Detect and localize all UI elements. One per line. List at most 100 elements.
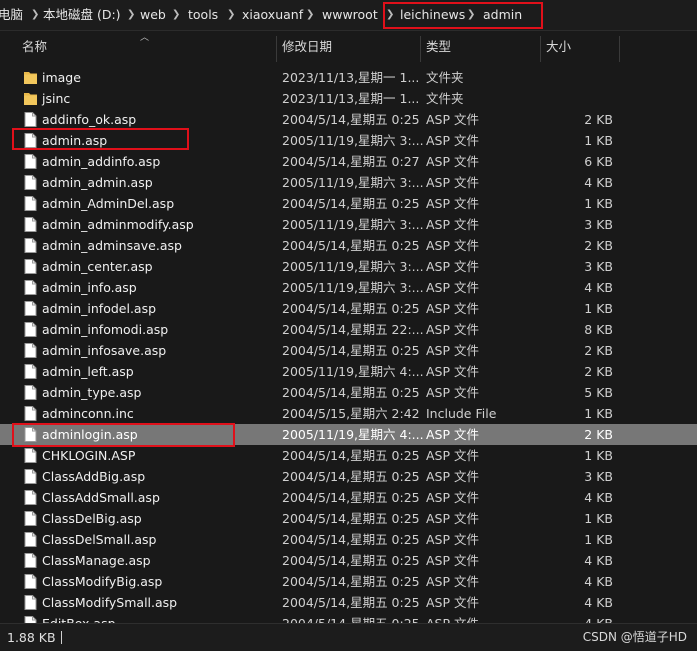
file-type: 文件夹 xyxy=(426,70,464,85)
file-row[interactable]: admin_infosave.asp 2004/5/14,星期五 0:25 ASP … xyxy=(0,340,697,361)
file-name: CHKLOGIN.ASP xyxy=(42,448,136,463)
file-date: 2005/11/19,星期六 4:... xyxy=(282,364,424,379)
file-name: ClassAddBig.asp xyxy=(42,469,146,484)
column-divider[interactable] xyxy=(540,36,541,62)
file-size: 3 KB xyxy=(584,217,613,232)
file-size: 4 KB xyxy=(584,490,613,505)
file-name: admin_infodel.asp xyxy=(42,301,157,316)
column-divider[interactable] xyxy=(276,36,277,62)
file-row[interactable]: admin_AdminDel.asp 2004/5/14,星期五 0:25 ASP … xyxy=(0,193,697,214)
file-icon xyxy=(24,259,37,274)
file-name: jsinc xyxy=(42,91,71,106)
chevron-right-icon[interactable]: ❯ xyxy=(227,0,235,30)
breadcrumb-item-drive[interactable]: 本地磁盘 (D:) xyxy=(43,0,121,30)
file-row[interactable]: admin_info.asp 2005/11/19,星期六 3:... ASP 文件… xyxy=(0,277,697,298)
file-name: admin_adminsave.asp xyxy=(42,238,182,253)
file-size: 1 KB xyxy=(584,532,613,547)
file-size: 8 KB xyxy=(584,322,613,337)
file-icon xyxy=(24,364,37,379)
file-row[interactable]: admin_admin.asp 2005/11/19,星期六 3:... ASP 文… xyxy=(0,172,697,193)
file-type: ASP 文件 xyxy=(426,196,479,211)
file-icon xyxy=(24,343,37,358)
file-row[interactable]: admin_center.asp 2005/11/19,星期六 3:... ASP … xyxy=(0,256,697,277)
file-row[interactable]: admin_infodel.asp 2004/5/14,星期五 0:25 ASP 文… xyxy=(0,298,697,319)
column-type-header[interactable]: 类型 xyxy=(426,32,451,62)
file-type: ASP 文件 xyxy=(426,154,479,169)
file-row[interactable]: addinfo_ok.asp 2004/5/14,星期五 0:25 ASP 文件 2 … xyxy=(0,109,697,130)
chevron-right-icon[interactable]: ❯ xyxy=(31,0,39,30)
breadcrumb-item-xiaoxuanf[interactable]: xiaoxuanf xyxy=(242,0,303,30)
file-icon xyxy=(24,616,37,623)
file-row[interactable]: ClassDelSmall.asp 2004/5/14,星期五 0:25 ASP 文… xyxy=(0,529,697,550)
column-divider[interactable] xyxy=(420,36,421,62)
file-icon xyxy=(24,574,37,589)
file-row[interactable]: admin_type.asp 2004/5/14,星期五 0:25 ASP 文件 5 … xyxy=(0,382,697,403)
file-size: 2 KB xyxy=(584,238,613,253)
file-row[interactable]: ClassDelBig.asp 2004/5/14,星期五 0:25 ASP 文件 1… xyxy=(0,508,697,529)
breadcrumb-item-leichinews[interactable]: leichinews xyxy=(400,0,465,30)
file-icon xyxy=(24,217,37,232)
file-name: admin_infosave.asp xyxy=(42,343,167,358)
breadcrumb-item-wwwroot[interactable]: wwwroot xyxy=(322,0,378,30)
chevron-right-icon[interactable]: ❯ xyxy=(306,0,314,30)
file-row[interactable]: admin_infomodi.asp 2004/5/14,星期五 22:... AS… xyxy=(0,319,697,340)
file-row[interactable]: EditBox.asp 2004/5/14,星期五 0:25 ASP 文件 4 KB xyxy=(0,613,697,623)
file-type: ASP 文件 xyxy=(426,133,479,148)
breadcrumb-item-web[interactable]: web xyxy=(140,0,166,30)
file-row[interactable]: ClassModifyBig.asp 2004/5/14,星期五 0:25 ASP … xyxy=(0,571,697,592)
file-row[interactable]: adminconn.inc 2004/5/15,星期六 2:42 Include F… xyxy=(0,403,697,424)
column-divider[interactable] xyxy=(619,36,620,62)
file-name: ClassDelSmall.asp xyxy=(42,532,157,547)
file-row[interactable]: image 2023/11/13,星期一 1... 文件夹 xyxy=(0,67,697,88)
file-name: adminconn.inc xyxy=(42,406,134,421)
file-date: 2004/5/14,星期五 22:... xyxy=(282,322,424,337)
file-type: ASP 文件 xyxy=(426,448,479,463)
file-name: ClassModifyBig.asp xyxy=(42,574,163,589)
file-date: 2004/5/14,星期五 0:27 xyxy=(282,154,420,169)
file-row[interactable]: ClassAddBig.asp 2004/5/14,星期五 0:25 ASP 文件 3… xyxy=(0,466,697,487)
column-size-header[interactable]: 大小 xyxy=(546,32,571,62)
file-row[interactable]: ClassModifySmall.asp 2004/5/14,星期五 0:25 AS… xyxy=(0,592,697,613)
file-date: 2005/11/19,星期六 3:... xyxy=(282,259,424,274)
file-row[interactable]: admin_adminmodify.asp 2005/11/19,星期六 3:..… xyxy=(0,214,697,235)
folder-icon xyxy=(24,70,37,85)
chevron-right-icon[interactable]: ❯ xyxy=(386,0,394,30)
status-bar: 1.88 KB CSDN @悟道子HD xyxy=(0,623,697,651)
breadcrumb-item-tools[interactable]: tools xyxy=(188,0,218,30)
file-name: image xyxy=(42,70,81,85)
file-size: 4 KB xyxy=(584,595,613,610)
file-row[interactable]: CHKLOGIN.ASP 2004/5/14,星期五 0:25 ASP 文件 1 KB xyxy=(0,445,697,466)
file-date: 2005/11/19,星期六 3:... xyxy=(282,175,424,190)
chevron-right-icon[interactable]: ❯ xyxy=(127,0,135,30)
file-type: ASP 文件 xyxy=(426,343,479,358)
file-row[interactable]: admin.asp 2005/11/19,星期六 3:... ASP 文件 1 KB xyxy=(0,130,697,151)
file-name: admin_type.asp xyxy=(42,385,142,400)
file-row[interactable]: admin_addinfo.asp 2004/5/14,星期五 0:27 ASP 文… xyxy=(0,151,697,172)
file-date: 2004/5/14,星期五 0:25 xyxy=(282,595,420,610)
file-size: 3 KB xyxy=(584,259,613,274)
file-name: admin_center.asp xyxy=(42,259,153,274)
file-row[interactable]: adminlogin.asp 2005/11/19,星期六 4:... ASP 文件… xyxy=(0,424,697,445)
file-name: addinfo_ok.asp xyxy=(42,112,137,127)
column-date-header[interactable]: 修改日期 xyxy=(282,32,332,62)
file-row[interactable]: admin_adminsave.asp 2004/5/14,星期五 0:25 ASP… xyxy=(0,235,697,256)
chevron-right-icon[interactable]: ❯ xyxy=(172,0,180,30)
file-icon xyxy=(24,448,37,463)
file-date: 2004/5/14,星期五 0:25 xyxy=(282,532,420,547)
file-row[interactable]: admin_left.asp 2005/11/19,星期六 4:... ASP 文件… xyxy=(0,361,697,382)
file-date: 2004/5/14,星期五 0:25 xyxy=(282,613,420,623)
breadcrumb-item-admin[interactable]: admin xyxy=(483,0,522,30)
file-row[interactable]: ClassAddSmall.asp 2004/5/14,星期五 0:25 ASP 文… xyxy=(0,487,697,508)
file-type: ASP 文件 xyxy=(426,574,479,589)
address-bar[interactable]: 电脑 ❯ 本地磁盘 (D:) ❯ web ❯ tools ❯ xiaoxuanf… xyxy=(0,0,697,31)
file-list[interactable]: image 2023/11/13,星期一 1... 文件夹 jsinc 2023/11/… xyxy=(0,67,697,623)
file-row[interactable]: ClassManage.asp 2004/5/14,星期五 0:25 ASP 文件 4… xyxy=(0,550,697,571)
chevron-right-icon[interactable]: ❯ xyxy=(467,0,475,30)
file-type: Include File xyxy=(426,406,497,421)
file-row[interactable]: jsinc 2023/11/13,星期一 1... 文件夹 xyxy=(0,88,697,109)
file-date: 2004/5/14,星期五 0:25 xyxy=(282,112,420,127)
file-type: ASP 文件 xyxy=(426,280,479,295)
file-name: admin_left.asp xyxy=(42,364,134,379)
breadcrumb-item-computer[interactable]: 电脑 xyxy=(0,0,23,30)
column-name-header[interactable]: 名称 xyxy=(22,32,47,62)
